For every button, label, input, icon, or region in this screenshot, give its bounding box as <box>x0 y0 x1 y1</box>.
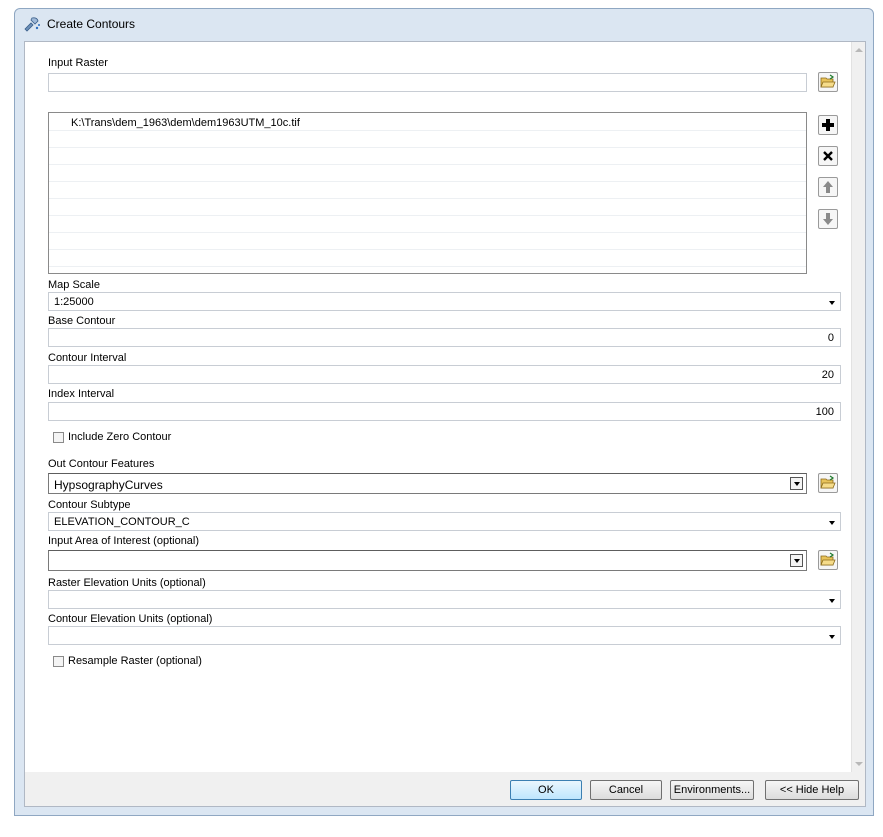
arrow-down-icon <box>823 213 833 225</box>
resample-raster-checkbox[interactable] <box>53 656 64 667</box>
vertical-scrollbar[interactable] <box>851 42 865 772</box>
folder-open-icon <box>820 74 836 88</box>
chevron-down-icon <box>829 635 835 639</box>
include-zero-contour-checkbox[interactable] <box>53 432 64 443</box>
include-zero-contour-label: Include Zero Contour <box>68 431 172 443</box>
chevron-down-icon <box>829 301 835 305</box>
remove-raster-button[interactable] <box>818 146 838 166</box>
scroll-up-icon[interactable] <box>855 48 863 52</box>
out-contour-features-combo[interactable]: HypsographyCurves <box>48 473 807 494</box>
base-contour-field[interactable]: 0 <box>48 328 841 347</box>
out-contour-features-label: Out Contour Features <box>48 458 155 470</box>
plus-icon <box>822 119 834 131</box>
input-raster-field[interactable] <box>48 73 807 92</box>
raster-elevation-units-dropdown[interactable] <box>48 590 841 609</box>
chevron-down-icon[interactable] <box>790 477 803 490</box>
list-item-empty <box>49 182 806 199</box>
list-item-empty <box>49 165 806 182</box>
parameters-form: Input Raster K:\Trans\dem_1963\dem\dem19… <box>25 42 851 772</box>
index-interval-label: Index Interval <box>48 388 115 400</box>
move-down-button[interactable] <box>818 209 838 229</box>
base-contour-label: Base Contour <box>48 315 116 327</box>
create-contours-dialog: Create Contours Input Raster K:\Trans\de… <box>14 8 874 816</box>
contour-interval-field[interactable]: 20 <box>48 365 841 384</box>
dialog-client-area: Input Raster K:\Trans\dem_1963\dem\dem19… <box>24 41 866 807</box>
contour-elevation-units-label: Contour Elevation Units (optional) <box>48 613 213 625</box>
out-features-browse-button[interactable] <box>818 473 838 493</box>
arrow-up-icon <box>823 181 833 193</box>
contour-elevation-units-dropdown[interactable] <box>48 626 841 645</box>
title-bar[interactable]: Create Contours <box>15 9 873 39</box>
folder-open-icon <box>820 552 836 566</box>
ok-button[interactable]: OK <box>510 780 582 800</box>
list-item-empty <box>49 250 806 267</box>
scroll-down-icon[interactable] <box>855 762 863 766</box>
move-up-button[interactable] <box>818 177 838 197</box>
list-item[interactable]: K:\Trans\dem_1963\dem\dem1963UTM_10c.tif <box>49 114 806 131</box>
map-scale-label: Map Scale <box>48 279 100 291</box>
chevron-down-icon <box>829 521 835 525</box>
list-item-empty <box>49 131 806 148</box>
map-scale-dropdown[interactable]: 1:25000 <box>48 292 841 311</box>
cancel-button[interactable]: Cancel <box>590 780 662 800</box>
chevron-down-icon <box>829 599 835 603</box>
toolbox-tool-icon <box>24 17 40 32</box>
input-raster-list[interactable]: K:\Trans\dem_1963\dem\dem1963UTM_10c.tif <box>48 112 807 274</box>
resample-raster-label: Resample Raster (optional) <box>68 655 202 667</box>
area-of-interest-browse-button[interactable] <box>818 550 838 570</box>
x-icon <box>823 151 833 161</box>
contour-interval-label: Contour Interval <box>48 352 127 364</box>
index-interval-field[interactable]: 100 <box>48 402 841 421</box>
list-item-empty <box>49 148 806 165</box>
contour-subtype-label: Contour Subtype <box>48 499 131 511</box>
list-item-empty <box>49 233 806 250</box>
chevron-down-icon[interactable] <box>790 554 803 567</box>
input-raster-label: Input Raster <box>48 57 108 69</box>
add-raster-button[interactable] <box>818 115 838 135</box>
folder-open-icon <box>820 475 836 489</box>
environments-button[interactable]: Environments... <box>670 780 754 800</box>
input-raster-browse-button[interactable] <box>818 72 838 92</box>
raster-elevation-units-label: Raster Elevation Units (optional) <box>48 577 206 589</box>
area-of-interest-combo[interactable] <box>48 550 807 571</box>
area-of-interest-label: Input Area of Interest (optional) <box>48 535 200 547</box>
list-item-empty <box>49 199 806 216</box>
contour-subtype-dropdown[interactable]: ELEVATION_CONTOUR_C <box>48 512 841 531</box>
hide-help-button[interactable]: << Hide Help <box>765 780 859 800</box>
list-item-empty <box>49 216 806 233</box>
window-title: Create Contours <box>47 17 136 31</box>
